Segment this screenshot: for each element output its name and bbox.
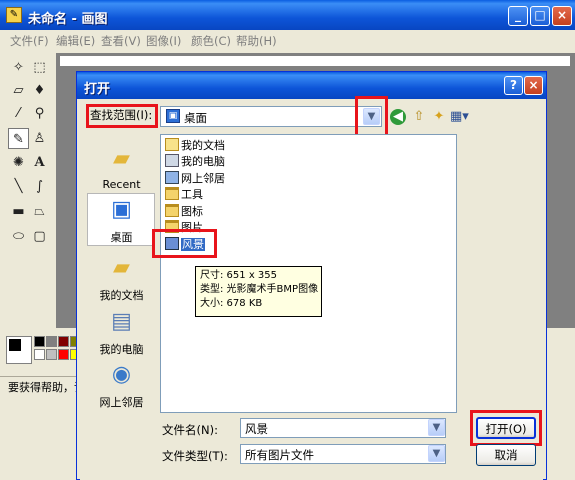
new-folder-icon[interactable]: ✦ <box>430 108 448 126</box>
magnifier-icon[interactable]: ⚲ <box>29 103 50 124</box>
color-swatch[interactable] <box>58 349 69 360</box>
look-in-label: 查找范围(I): <box>90 108 153 122</box>
fill-icon[interactable]: ♦ <box>29 80 50 101</box>
tooltip-type: 类型: 光影魔术手BMP图像 <box>200 284 319 295</box>
file-name-label: 文件名(N): <box>162 423 218 437</box>
menu-file[interactable]: 文件(F) <box>10 33 49 49</box>
list-item[interactable]: 我的文档 <box>165 137 225 153</box>
paint-window-title: 未命名 - 画图 <box>28 12 108 27</box>
tooltip-size: 大小: 678 KB <box>200 298 263 309</box>
chevron-down-icon[interactable]: ▼ <box>428 419 445 436</box>
color-swatch[interactable] <box>34 349 45 360</box>
desktop-icon: ▣ <box>166 109 180 123</box>
curve-icon[interactable]: ∫ <box>29 176 50 197</box>
polygon-icon[interactable]: ⏢ <box>29 201 50 222</box>
list-item[interactable]: 我的电脑 <box>165 153 225 169</box>
place-network[interactable]: ◉ 网上邻居 <box>86 359 157 410</box>
file-name-value: 风景 <box>245 422 268 436</box>
folder-icon <box>165 187 179 200</box>
rectangle-icon[interactable]: ▬ <box>8 201 29 222</box>
menu-edit[interactable]: 编辑(E) <box>56 33 95 49</box>
menu-image[interactable]: 图像(I) <box>146 33 181 49</box>
dialog-title: 打开 <box>84 82 111 97</box>
network-places-icon: ◉ <box>111 362 132 387</box>
my-documents-icon <box>165 138 179 151</box>
list-item[interactable]: 网上邻居 <box>165 170 225 186</box>
place-my-computer[interactable]: ▤ 我的电脑 <box>86 306 157 357</box>
folder-icon <box>165 204 179 217</box>
text-icon[interactable]: A <box>29 152 50 173</box>
close-icon[interactable]: × <box>552 6 572 26</box>
eraser-icon[interactable]: ▱ <box>8 80 29 101</box>
rect-select-icon[interactable]: ⬚ <box>29 57 50 78</box>
my-computer-icon <box>165 154 179 167</box>
open-button[interactable]: 打开(O) <box>476 417 536 439</box>
recent-folder-icon: ▰ <box>113 146 130 171</box>
status-text: 要获得帮助，请 <box>8 381 85 394</box>
bmp-file-icon <box>165 237 179 250</box>
place-label: Recent <box>102 178 141 191</box>
look-in-value: 桌面 <box>184 111 207 125</box>
place-label: 我的电脑 <box>99 343 144 356</box>
maximize-icon[interactable]: □ <box>530 6 550 26</box>
list-item[interactable]: 图标 <box>165 203 203 219</box>
file-name-field[interactable] <box>240 418 446 438</box>
chevron-down-icon[interactable]: ▼ <box>363 108 380 125</box>
color-swatch[interactable] <box>58 336 69 347</box>
free-select-icon[interactable]: ✧ <box>8 57 29 78</box>
my-documents-icon: ▰ <box>113 255 130 280</box>
tooltip-dimensions: 尺寸: 651 x 355 <box>200 270 277 281</box>
desktop-icon: ▣ <box>111 197 132 222</box>
menu-help[interactable]: 帮助(H) <box>236 33 277 49</box>
file-type-value: 所有图片文件 <box>245 448 314 462</box>
place-recent[interactable]: ▰ Recent <box>86 143 157 191</box>
color-swatch[interactable] <box>46 336 57 347</box>
color-swatch[interactable] <box>34 336 45 347</box>
file-type-label: 文件类型(T): <box>162 449 228 463</box>
cancel-button[interactable]: 取消 <box>476 444 536 466</box>
menu-colors[interactable]: 颜色(C) <box>191 33 231 49</box>
rounded-rect-icon[interactable]: ▢ <box>29 226 50 247</box>
my-computer-icon: ▤ <box>111 309 132 334</box>
list-item[interactable]: 工具 <box>165 186 203 202</box>
place-my-documents[interactable]: ▰ 我的文档 <box>86 252 157 303</box>
airbrush-icon[interactable]: ✺ <box>8 152 29 173</box>
pencil-icon[interactable]: ✎ <box>8 128 29 149</box>
place-label: 我的文档 <box>99 289 144 302</box>
paint-app-icon: ✎ <box>6 7 22 23</box>
eyedropper-icon[interactable]: ⁄ <box>8 103 29 124</box>
color-swatch[interactable] <box>46 349 57 360</box>
up-folder-icon[interactable]: ⇧ <box>410 108 428 126</box>
place-label: 桌面 <box>110 231 133 244</box>
place-label: 网上邻居 <box>99 396 144 409</box>
place-desktop[interactable]: ▣ 桌面 <box>86 194 157 245</box>
file-info-tooltip: 尺寸: 651 x 355 类型: 光影魔术手BMP图像 大小: 678 KB <box>195 266 322 317</box>
help-icon[interactable]: ? <box>504 76 523 95</box>
line-icon[interactable]: ╲ <box>8 176 29 197</box>
view-menu-icon[interactable]: ▦▾ <box>450 108 469 126</box>
ellipse-icon[interactable]: ⬭ <box>8 226 29 247</box>
drawing-canvas[interactable] <box>60 56 570 66</box>
network-places-icon <box>165 171 179 184</box>
back-icon[interactable]: ◀ <box>390 109 406 125</box>
foreground-color <box>9 339 21 351</box>
minimize-icon[interactable]: _ <box>508 6 528 26</box>
brush-icon[interactable]: ♙ <box>29 128 50 149</box>
chevron-down-icon[interactable]: ▼ <box>428 445 445 462</box>
menu-view[interactable]: 查看(V) <box>101 33 141 49</box>
dialog-title-bar[interactable] <box>77 72 546 99</box>
list-item-selected[interactable]: 风景 <box>165 236 205 252</box>
dialog-close-icon[interactable]: × <box>524 76 543 95</box>
